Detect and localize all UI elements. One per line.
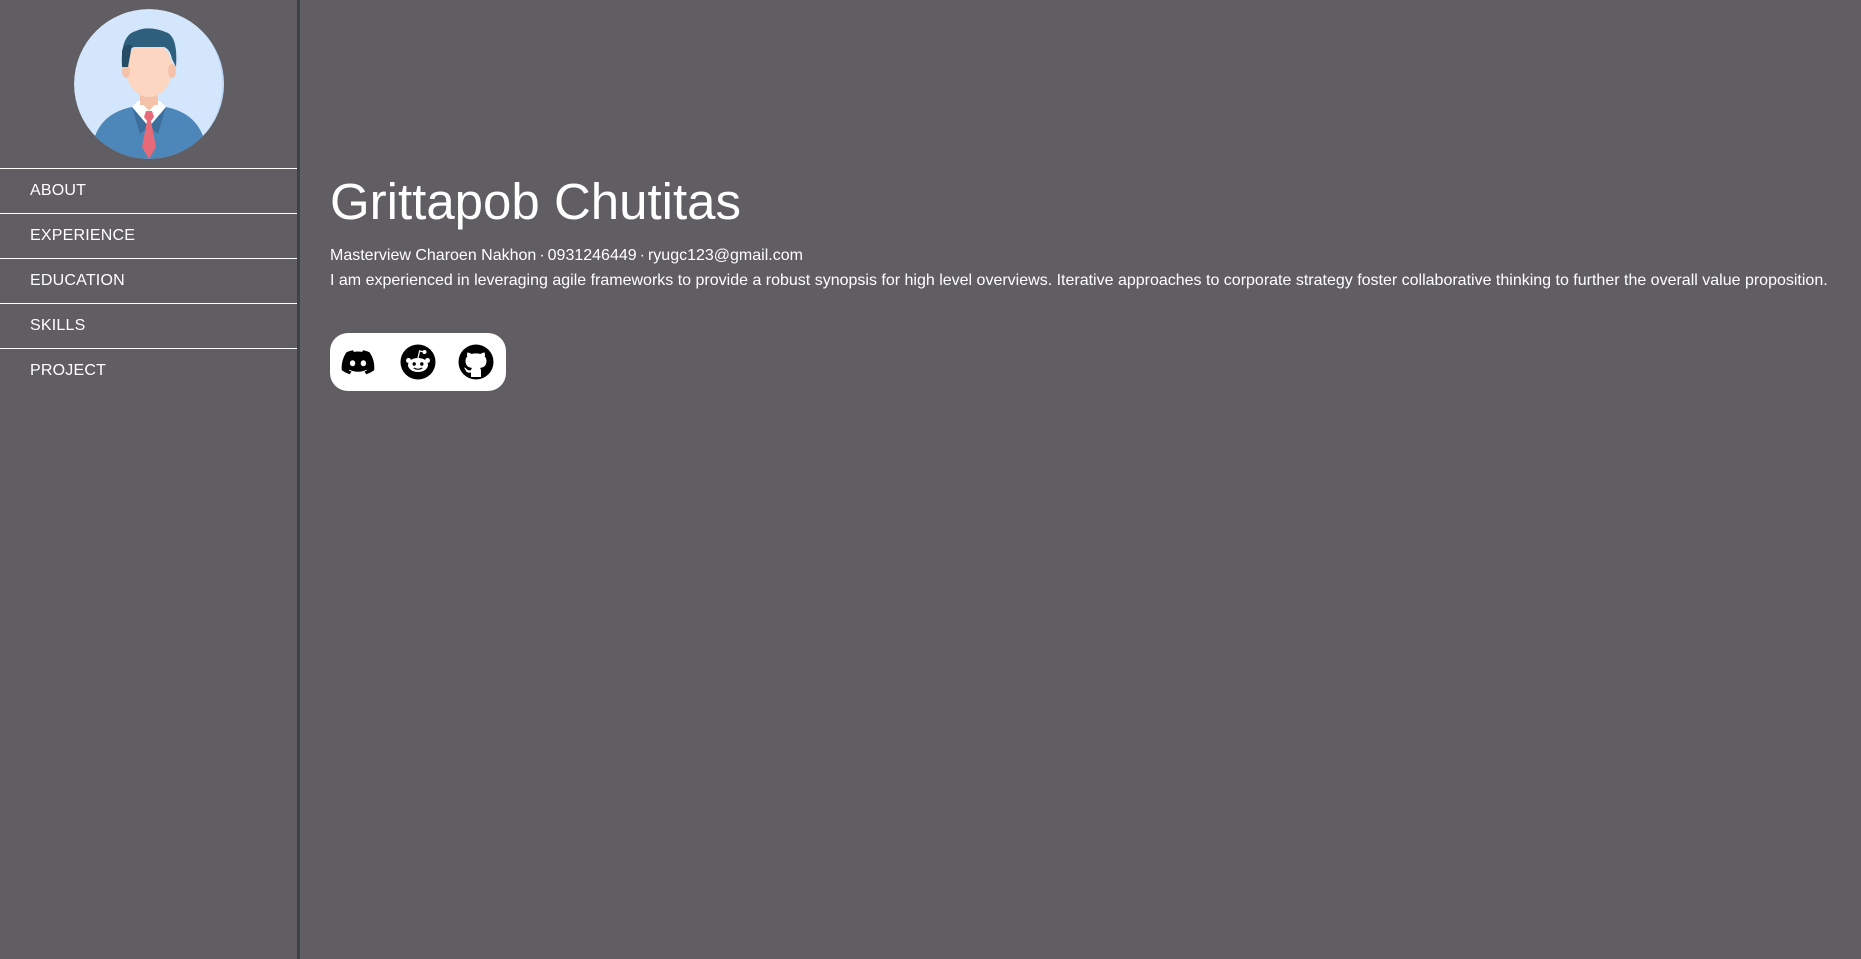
sidebar: ABOUT EXPERIENCE EDUCATION SKILLS PROJEC…: [0, 0, 300, 959]
email-link[interactable]: ryugc123@gmail.com: [648, 247, 803, 264]
avatar: [74, 9, 224, 159]
businessman-avatar-icon: [74, 9, 224, 159]
sidebar-item-skills[interactable]: SKILLS: [0, 303, 297, 348]
location-text: Masterview Charoen Nakhon: [330, 247, 537, 264]
github-icon[interactable]: [458, 344, 494, 380]
sidebar-item-project[interactable]: PROJECT: [0, 348, 297, 393]
social-links-bar: [330, 333, 506, 391]
separator: ·: [539, 247, 545, 264]
bio-text: I am experienced in leveraging agile fra…: [330, 272, 1828, 289]
sidebar-nav: ABOUT EXPERIENCE EDUCATION SKILLS PROJEC…: [0, 168, 297, 393]
contact-line: Masterview Charoen Nakhon · 0931246449 · ryu…: [330, 246, 803, 266]
sidebar-item-education[interactable]: EDUCATION: [0, 258, 297, 303]
phone-text: 0931246449: [547, 247, 637, 264]
separator: ·: [639, 247, 645, 264]
sidebar-item-experience[interactable]: EXPERIENCE: [0, 213, 297, 258]
page-title: Grittapob Chutitas: [330, 173, 742, 230]
discord-icon[interactable]: [340, 344, 376, 380]
reddit-icon[interactable]: [400, 344, 436, 380]
sidebar-item-about[interactable]: ABOUT: [0, 168, 297, 213]
